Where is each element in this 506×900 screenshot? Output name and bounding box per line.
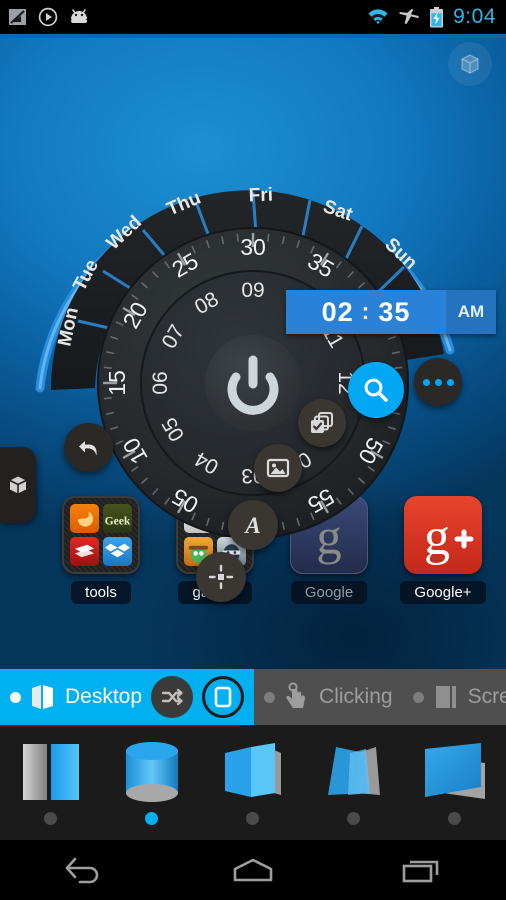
android-icon <box>71 9 87 23</box>
home-icon <box>233 858 273 882</box>
status-bar-right-icons: 9:04 <box>367 5 496 29</box>
tab-clicking[interactable]: Clicking <box>254 669 403 725</box>
svg-text:g: g <box>424 509 450 566</box>
power-button <box>205 335 301 431</box>
effect-cylinder[interactable] <box>101 725 202 840</box>
bank-icon <box>70 537 99 566</box>
signal-off-icon <box>9 9 26 25</box>
add-widget-button[interactable] <box>448 42 492 86</box>
font-button[interactable]: A <box>228 500 278 550</box>
effect-slide[interactable] <box>0 725 101 840</box>
app-label: tools <box>71 581 131 604</box>
home-button[interactable] <box>198 840 308 900</box>
recents-icon <box>402 860 438 883</box>
search-button[interactable] <box>348 362 404 418</box>
search-icon <box>364 378 388 402</box>
play-store-icon <box>38 7 58 27</box>
time-separator: : <box>361 297 371 324</box>
svg-text:A: A <box>243 513 260 538</box>
letter-a-icon: A <box>243 513 260 538</box>
time-hour: 02 <box>321 296 354 327</box>
app-google-plus[interactable]: g Google+ <box>386 496 500 604</box>
box-icon <box>9 476 27 494</box>
undo-button[interactable] <box>64 423 113 472</box>
effect-radio[interactable] <box>347 811 360 825</box>
overflow-dots-icon <box>422 378 454 386</box>
tap-hand-icon <box>286 682 306 708</box>
minute-label: 15 <box>104 370 130 396</box>
back-arrow-icon <box>66 857 99 884</box>
back-button[interactable] <box>29 840 139 900</box>
status-divider <box>0 34 506 38</box>
image-icon <box>266 458 290 478</box>
editor-toolbar: Desktop Clicking Scre <box>0 669 506 725</box>
hour-label: 09 <box>241 279 264 302</box>
folder-icon[interactable]: Geek <box>62 496 140 574</box>
tab-indicator-dot <box>264 691 276 703</box>
google-plus-icon[interactable]: g <box>404 496 482 574</box>
effect-radio[interactable] <box>448 811 461 825</box>
firefox-icon <box>70 504 99 533</box>
copy-stack-icon <box>311 412 333 433</box>
flip-effect-icon <box>423 741 487 803</box>
widget-box-icon <box>461 54 479 74</box>
time-readout[interactable]: 02 : 35 AM <box>286 290 496 334</box>
rotate-effect-icon <box>322 741 386 803</box>
square-outline-icon <box>214 686 232 708</box>
effect-fold[interactable] <box>202 725 303 840</box>
transition-effects-strip <box>0 725 506 840</box>
geek-icon: Geek <box>103 504 132 533</box>
tab-label: Screen <box>467 685 506 708</box>
minute-label: 30 <box>240 234 266 260</box>
screen-panel-icon <box>435 686 456 708</box>
slide-effect-icon <box>19 741 83 803</box>
status-bar-left-icons <box>8 7 90 27</box>
tab-label: Clicking <box>319 685 393 708</box>
effect-flip[interactable] <box>404 725 505 840</box>
move-crosshair-icon <box>208 564 234 590</box>
single-page-button[interactable] <box>202 676 245 718</box>
duplicate-button[interactable] <box>298 399 346 447</box>
tab-desktop[interactable]: Desktop <box>0 669 255 725</box>
more-options-button[interactable] <box>414 358 462 406</box>
effect-radio[interactable] <box>44 811 57 825</box>
recents-button[interactable] <box>367 840 477 900</box>
hour-label: 06 <box>149 371 172 394</box>
shuffle-icon <box>161 688 183 706</box>
move-resize-button[interactable] <box>196 552 246 602</box>
undo-arrow-icon <box>78 440 97 455</box>
shuffle-button[interactable] <box>151 676 194 718</box>
desktop-pages-icon <box>32 685 53 709</box>
airplane-mode-icon <box>399 9 419 24</box>
time-digits: 02 : 35 <box>286 290 446 334</box>
time-meridiem: AM <box>446 290 496 334</box>
status-bar-clock: 9:04 <box>453 5 496 28</box>
cylinder-effect-icon <box>120 741 184 803</box>
time-minute: 35 <box>378 296 411 327</box>
tab-screen[interactable]: Screen <box>402 669 506 725</box>
battery-charging-icon <box>430 6 444 27</box>
app-drawer-tab[interactable] <box>0 447 36 523</box>
svg-text:Geek: Geek <box>105 514 131 527</box>
effect-radio[interactable] <box>145 811 158 825</box>
app-label: Google <box>290 581 368 604</box>
app-tools[interactable]: Geek tools <box>44 496 158 604</box>
effect-rotate[interactable] <box>303 725 404 840</box>
wifi-icon <box>368 9 388 24</box>
status-bar[interactable]: 9:04 <box>0 0 506 34</box>
weekday-label: Fri <box>248 185 273 207</box>
effect-radio[interactable] <box>246 811 259 825</box>
tab-label: Desktop <box>65 685 143 708</box>
wallpaper-button[interactable] <box>254 444 302 492</box>
android-navigation-bar <box>0 840 506 900</box>
tab-indicator-dot <box>412 691 424 703</box>
dropbox-icon <box>103 537 132 566</box>
fold-effect-icon <box>221 741 285 803</box>
app-label: Google+ <box>400 581 486 604</box>
tab-indicator-dot <box>10 691 21 703</box>
android-home-screen: 9:04 Mon Tue Wed Thu Fri Sat Sun 30 35 5… <box>0 0 506 900</box>
